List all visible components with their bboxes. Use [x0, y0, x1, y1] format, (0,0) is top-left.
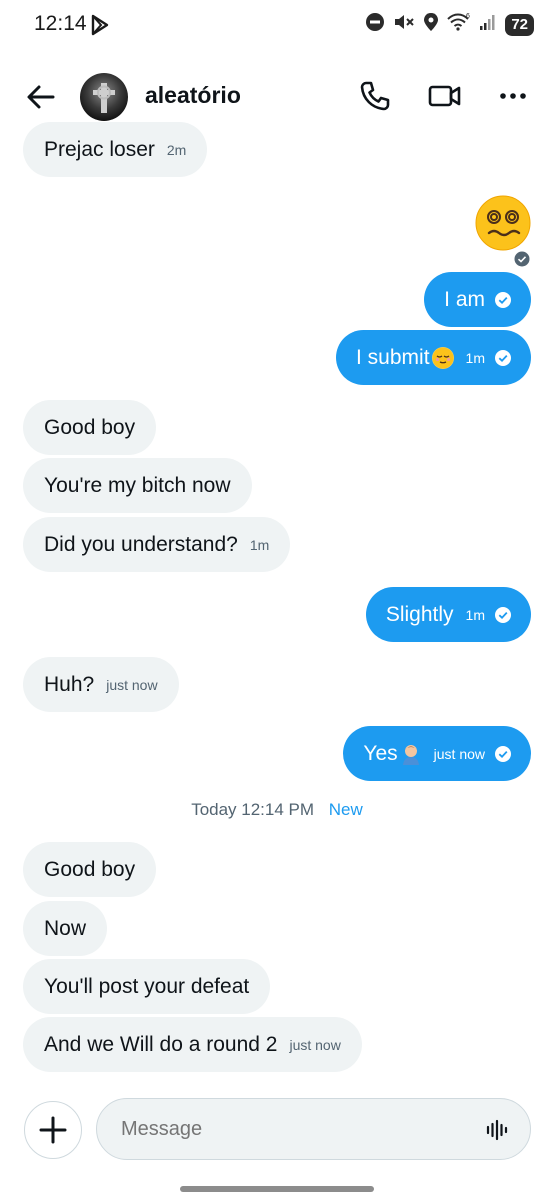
message-text: You're my bitch now	[44, 473, 231, 497]
message-received[interactable]: And we Will do a round 2 just now	[23, 1017, 362, 1072]
message-sent[interactable]: I am	[424, 272, 531, 327]
avatar[interactable]	[80, 73, 128, 121]
read-check-icon	[495, 606, 511, 623]
message-time: 1m	[465, 349, 485, 366]
video-camera-icon	[428, 85, 461, 107]
message-text: Now	[44, 916, 87, 940]
message-composer	[96, 1098, 531, 1160]
phone-icon	[360, 81, 390, 111]
battery-indicator: 72	[505, 13, 534, 36]
message-text: I am	[444, 287, 485, 311]
message-sent[interactable]: Yes just now	[343, 726, 531, 781]
message-sent[interactable]: Slightly 1m	[365, 587, 531, 642]
message-time: just now	[106, 676, 158, 693]
mute-icon	[393, 12, 415, 37]
message-text: Huh?	[44, 672, 95, 696]
message-received[interactable]: Did you understand? 1m	[23, 517, 291, 572]
message-received[interactable]: You're my bitch now	[23, 458, 252, 513]
message-input[interactable]	[119, 1117, 463, 1142]
svg-text:6: 6	[466, 13, 470, 20]
message-text: Yes	[363, 741, 398, 765]
dnd-icon	[365, 12, 385, 37]
divider-timestamp: Today 12:14 PM	[191, 800, 315, 819]
more-options-button[interactable]	[495, 78, 531, 114]
arrow-left-icon	[27, 85, 55, 109]
wifi-icon: 6	[447, 12, 471, 37]
voice-message-button[interactable]	[486, 1118, 510, 1147]
signal-icon	[479, 13, 497, 36]
message-received[interactable]: Good boy	[23, 400, 157, 455]
message-time: just now	[433, 745, 485, 762]
waveform-icon	[486, 1119, 508, 1141]
plus-icon	[39, 1116, 67, 1144]
read-check-icon	[495, 349, 511, 366]
message-text: Did you understand?	[44, 532, 238, 556]
status-bar: 12:14 6 72	[0, 0, 554, 52]
message-text: Slightly	[385, 602, 454, 626]
message-received[interactable]: Huh? just now	[23, 657, 179, 712]
read-check-icon	[495, 291, 511, 308]
message-time: just now	[289, 1036, 341, 1053]
home-indicator[interactable]	[180, 1186, 374, 1192]
message-text: I submit	[356, 345, 430, 369]
message-received[interactable]: Prejac loser 2m	[23, 122, 208, 177]
message-received[interactable]: Good boy	[23, 842, 157, 897]
person-bowing-emoji-icon	[400, 743, 422, 765]
status-icons: 6 72	[365, 12, 534, 37]
cross-avatar-image	[93, 83, 115, 113]
message-received[interactable]: You'll post your defeat	[23, 959, 271, 1014]
read-check-icon	[495, 745, 511, 762]
message-text: Good boy	[44, 857, 136, 881]
add-attachment-button[interactable]	[24, 1101, 82, 1159]
message-time: 2m	[166, 141, 187, 158]
message-time: 1m	[249, 536, 270, 553]
more-dots-icon	[500, 93, 526, 99]
status-time: 12:14	[34, 12, 87, 35]
contact-name[interactable]: aleatório	[145, 82, 241, 109]
relieved-face-emoji-icon	[431, 346, 454, 369]
voice-call-button[interactable]	[357, 78, 393, 114]
message-time: 1m	[465, 606, 485, 623]
seen-status-icon	[514, 251, 530, 272]
dizzy-face-emoji-message[interactable]	[475, 195, 531, 251]
message-text: Good boy	[44, 415, 136, 439]
new-messages-divider: Today 12:14 PM New	[0, 800, 554, 820]
location-icon	[423, 12, 439, 37]
message-sent[interactable]: I submit 1m	[336, 330, 531, 385]
play-store-icon	[90, 13, 110, 42]
dizzy-face-emoji-icon	[475, 195, 531, 251]
back-button[interactable]	[24, 80, 58, 114]
message-text: Prejac loser	[44, 137, 155, 161]
new-label: New	[328, 800, 363, 819]
message-text: You'll post your defeat	[44, 974, 250, 998]
message-received[interactable]: Now	[23, 901, 108, 956]
message-text: And we Will do a round 2	[44, 1032, 278, 1056]
video-call-button[interactable]	[427, 78, 463, 114]
